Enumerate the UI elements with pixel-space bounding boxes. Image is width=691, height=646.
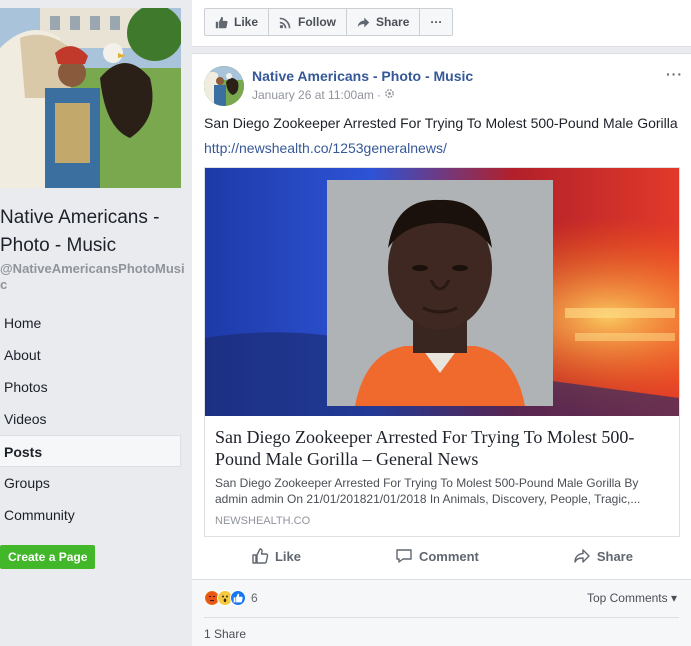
like-label: Like [274,548,301,564]
public-gear-icon[interactable] [384,88,395,102]
share-count[interactable]: 1 Share [204,627,246,641]
link-preview-domain: NEWSHEALTH.CO [215,515,311,527]
reaction-count[interactable]: 6 [251,591,258,605]
page-action-bar: Like Follow Share ··· [192,0,691,47]
post-link[interactable]: http://newshealth.co/1253generalnews/ [204,140,447,156]
link-preview-card[interactable]: San Diego Zookeeper Arrested For Trying … [204,167,680,537]
thumbs-up-icon [215,16,228,28]
sidebar-item-photos[interactable]: Photos [0,371,181,403]
page-follow-label: Follow [298,15,337,29]
sidebar-item-posts[interactable]: Posts [0,435,181,467]
thumbs-up-icon [252,548,269,564]
comment-bubble-icon [396,549,412,563]
like-button[interactable]: Like [251,547,301,565]
share-button[interactable]: Share [573,547,633,565]
share-arrow-icon [357,17,370,27]
page-action-buttons: Like Follow Share ··· [204,8,454,36]
avatar[interactable] [204,66,244,106]
post-meta: January 26 at 11:00am · [252,88,395,102]
post-author-name[interactable]: Native Americans - Photo - Music [252,68,473,84]
divider [204,617,679,618]
page-nav: Home About Photos Videos Posts Groups Co… [0,307,181,531]
page-more-button[interactable]: ··· [420,9,452,35]
sidebar-item-videos[interactable]: Videos [0,403,181,435]
page-profile-photo[interactable] [0,8,181,188]
link-preview-title[interactable]: San Diego Zookeeper Arrested For Trying … [215,426,665,470]
page-follow-button[interactable]: Follow [269,9,348,35]
feed-post: Native Americans - Photo - Music January… [192,53,691,646]
post-options-button[interactable]: ··· [666,66,683,82]
comment-label: Comment [418,548,479,564]
page-sidebar: Native Americans - Photo - Music @Native… [0,0,191,646]
page-like-label: Like [234,15,259,29]
page-like-button[interactable]: Like [205,9,270,35]
top-comments-dropdown[interactable]: Top Comments ▾ [587,591,677,605]
page-name[interactable]: Native Americans - Photo - Music [0,204,190,260]
page-handle[interactable]: @NativeAmericansPhotoMusic [0,261,185,293]
page-share-label: Share [376,15,410,29]
post-timestamp[interactable]: January 26 at 11:00am [252,88,374,102]
comment-button[interactable]: Comment [395,547,479,565]
more-options-icon: ··· [430,15,443,29]
create-page-button[interactable]: Create a Page [0,545,96,569]
post-text: San Diego Zookeeper Arrested For Trying … [204,115,678,131]
post-action-bar: Like Comment Share [204,538,680,574]
share-arrow-icon [574,549,590,563]
sidebar-item-groups[interactable]: Groups [0,467,181,499]
link-preview-image[interactable] [205,168,679,416]
sidebar-item-about[interactable]: About [0,339,181,371]
meta-separator: · [376,88,381,102]
sidebar-item-home[interactable]: Home [0,307,181,339]
reaction-icons[interactable]: 6 [204,590,258,606]
page-share-button[interactable]: Share [347,9,421,35]
link-preview-description: San Diego Zookeeper Arrested For Trying … [215,476,641,506]
rss-follow-icon [279,17,291,28]
like-reaction-icon [230,590,246,606]
sidebar-item-community[interactable]: Community [0,499,181,531]
reactions-summary: 6 Top Comments ▾ 1 Share [192,579,691,646]
share-label: Share [596,548,633,564]
